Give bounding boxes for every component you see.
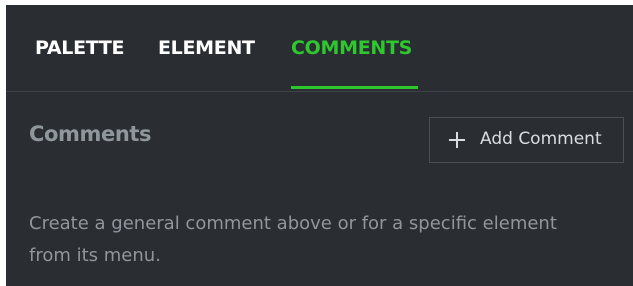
comments-heading: Comments — [29, 122, 152, 146]
add-comment-label: Add Comment — [480, 129, 602, 149]
panel-tabs: PALETTE ELEMENT COMMENTS — [6, 5, 633, 92]
active-tab-indicator — [291, 86, 418, 89]
comments-panel: PALETTE ELEMENT COMMENTS Comments Add Co… — [6, 5, 633, 286]
add-comment-button[interactable]: Add Comment — [429, 117, 624, 163]
plus-icon — [447, 130, 467, 150]
comments-hint-text: Create a general comment above or for a … — [29, 213, 557, 266]
tab-element[interactable]: ELEMENT — [158, 37, 255, 59]
tab-comments[interactable]: COMMENTS — [291, 37, 412, 59]
tab-palette[interactable]: PALETTE — [35, 37, 125, 59]
